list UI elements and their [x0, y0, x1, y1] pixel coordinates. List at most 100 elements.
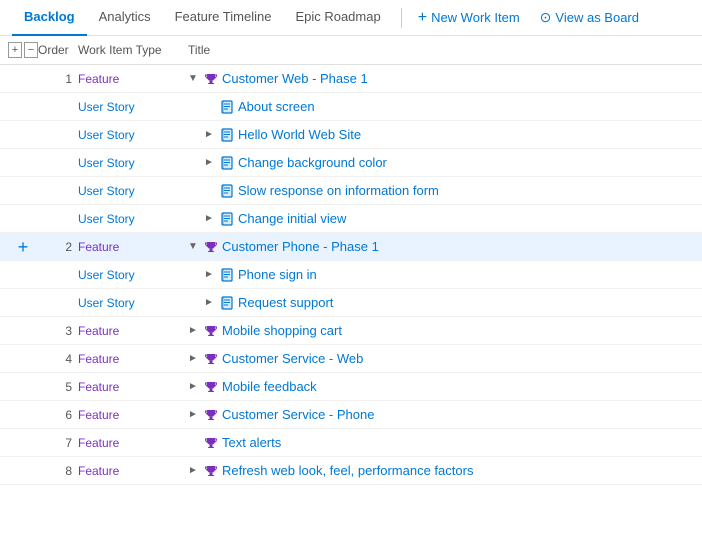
- table-row[interactable]: User Story ► Request support: [0, 289, 702, 317]
- title-link[interactable]: Customer Service - Web: [222, 351, 363, 366]
- work-item-type-cell: User Story: [78, 212, 188, 226]
- chevron-icon[interactable]: ▼: [188, 241, 200, 252]
- work-item-type-cell: Feature: [78, 408, 188, 422]
- add-cell: +: [8, 238, 38, 256]
- table-row[interactable]: User Story ► Change initial view: [0, 205, 702, 233]
- order-cell: 7: [38, 436, 78, 450]
- work-item-type-cell: User Story: [78, 184, 188, 198]
- chevron-icon[interactable]: ►: [188, 409, 200, 420]
- work-item-type-cell: User Story: [78, 100, 188, 114]
- table-row[interactable]: 6 Feature ► Customer Service - Phone: [0, 401, 702, 429]
- view-board-icon: ⊙: [540, 9, 552, 26]
- table-row[interactable]: 5 Feature ► Mobile feedback: [0, 373, 702, 401]
- order-cell: 2: [38, 240, 78, 254]
- title-link[interactable]: Phone sign in: [238, 267, 317, 282]
- work-item-type-cell: Feature: [78, 352, 188, 366]
- add-row-button[interactable]: +: [18, 238, 29, 256]
- title-cell: ► Customer Service - Web: [188, 351, 694, 366]
- work-item-type-cell: User Story: [78, 296, 188, 310]
- title-cell: ► Refresh web look, feel, performance fa…: [188, 463, 694, 478]
- table-row[interactable]: 8 Feature ► Refresh web look, feel, perf…: [0, 457, 702, 485]
- title-link[interactable]: Refresh web look, feel, performance fact…: [222, 463, 473, 478]
- tab-epic-roadmap[interactable]: Epic Roadmap: [283, 0, 392, 36]
- title-cell: ► Customer Service - Phone: [188, 407, 694, 422]
- title-link[interactable]: Change background color: [238, 155, 387, 170]
- table-row[interactable]: User Story ► Hello World Web Site: [0, 121, 702, 149]
- table-row[interactable]: User Story About screen: [0, 93, 702, 121]
- chevron-icon[interactable]: ►: [204, 269, 216, 280]
- order-cell: 5: [38, 380, 78, 394]
- expand-all-button[interactable]: +: [8, 42, 22, 58]
- title-cell: ▼ Customer Phone - Phase 1: [188, 239, 694, 254]
- order-cell: 8: [38, 464, 78, 478]
- title-link[interactable]: About screen: [238, 99, 315, 114]
- title-cell: ► Change background color: [188, 155, 694, 170]
- title-link[interactable]: Customer Service - Phone: [222, 407, 374, 422]
- chevron-icon[interactable]: ►: [204, 129, 216, 140]
- work-item-type-cell: User Story: [78, 128, 188, 142]
- title-cell: ► Change initial view: [188, 211, 694, 226]
- title-link[interactable]: Mobile feedback: [222, 379, 317, 394]
- chevron-icon[interactable]: ►: [204, 213, 216, 224]
- title-cell: ▼ Customer Web - Phase 1: [188, 71, 694, 86]
- order-cell: 1: [38, 72, 78, 86]
- tab-feature-timeline[interactable]: Feature Timeline: [163, 0, 284, 36]
- table-row[interactable]: User Story Slow response on information …: [0, 177, 702, 205]
- order-cell: 3: [38, 324, 78, 338]
- title-link[interactable]: Slow response on information form: [238, 183, 439, 198]
- plus-icon: +: [418, 9, 427, 27]
- title-link[interactable]: Text alerts: [222, 435, 281, 450]
- tab-backlog[interactable]: Backlog: [12, 0, 87, 36]
- nav-divider: [401, 8, 402, 28]
- chevron-icon[interactable]: ▼: [188, 73, 200, 84]
- order-cell: 4: [38, 352, 78, 366]
- work-item-type-cell: User Story: [78, 268, 188, 282]
- chevron-icon[interactable]: ►: [188, 353, 200, 364]
- title-column-header: Title: [188, 43, 694, 57]
- work-item-type-cell: Feature: [78, 436, 188, 450]
- view-as-board-button[interactable]: ⊙ View as Board: [532, 5, 647, 30]
- collapse-all-button[interactable]: −: [24, 42, 38, 58]
- title-cell: Text alerts: [188, 435, 694, 450]
- chevron-icon[interactable]: ►: [204, 297, 216, 308]
- tab-analytics[interactable]: Analytics: [87, 0, 163, 36]
- work-item-type-cell: User Story: [78, 156, 188, 170]
- title-link[interactable]: Customer Phone - Phase 1: [222, 239, 379, 254]
- work-item-type-column-header: Work Item Type: [78, 43, 188, 57]
- title-cell: ► Request support: [188, 295, 694, 310]
- work-item-type-cell: Feature: [78, 380, 188, 394]
- table-row[interactable]: 4 Feature ► Customer Service - Web: [0, 345, 702, 373]
- chevron-icon[interactable]: ►: [188, 381, 200, 392]
- order-column-header: Order: [38, 43, 78, 57]
- title-cell: ► Phone sign in: [188, 267, 694, 282]
- title-cell: About screen: [188, 99, 694, 114]
- table-row[interactable]: + 2 Feature ▼ Customer Phone - Phase 1: [0, 233, 702, 261]
- work-item-type-cell: Feature: [78, 72, 188, 86]
- backlog-table: + − Order Work Item Type Title 1 Feature…: [0, 36, 702, 485]
- table-row[interactable]: User Story ► Change background color: [0, 149, 702, 177]
- chevron-icon[interactable]: ►: [204, 157, 216, 168]
- order-cell: 6: [38, 408, 78, 422]
- title-link[interactable]: Customer Web - Phase 1: [222, 71, 368, 86]
- title-cell: ► Hello World Web Site: [188, 127, 694, 142]
- table-row[interactable]: User Story ► Phone sign in: [0, 261, 702, 289]
- table-header: + − Order Work Item Type Title: [0, 36, 702, 65]
- top-navigation: Backlog Analytics Feature Timeline Epic …: [0, 0, 702, 36]
- work-item-type-cell: Feature: [78, 240, 188, 254]
- title-link[interactable]: Change initial view: [238, 211, 346, 226]
- title-cell: ► Mobile feedback: [188, 379, 694, 394]
- work-item-type-cell: Feature: [78, 324, 188, 338]
- title-link[interactable]: Mobile shopping cart: [222, 323, 342, 338]
- title-cell: Slow response on information form: [188, 183, 694, 198]
- work-item-type-cell: Feature: [78, 464, 188, 478]
- title-link[interactable]: Request support: [238, 295, 333, 310]
- title-cell: ► Mobile shopping cart: [188, 323, 694, 338]
- chevron-icon[interactable]: ►: [188, 465, 200, 476]
- expand-controls: + −: [8, 42, 38, 58]
- table-row[interactable]: 1 Feature ▼ Customer Web - Phase 1: [0, 65, 702, 93]
- table-row[interactable]: 3 Feature ► Mobile shopping cart: [0, 317, 702, 345]
- new-work-item-button[interactable]: + New Work Item: [410, 5, 528, 31]
- chevron-icon[interactable]: ►: [188, 325, 200, 336]
- table-row[interactable]: 7 Feature Text alerts: [0, 429, 702, 457]
- title-link[interactable]: Hello World Web Site: [238, 127, 361, 142]
